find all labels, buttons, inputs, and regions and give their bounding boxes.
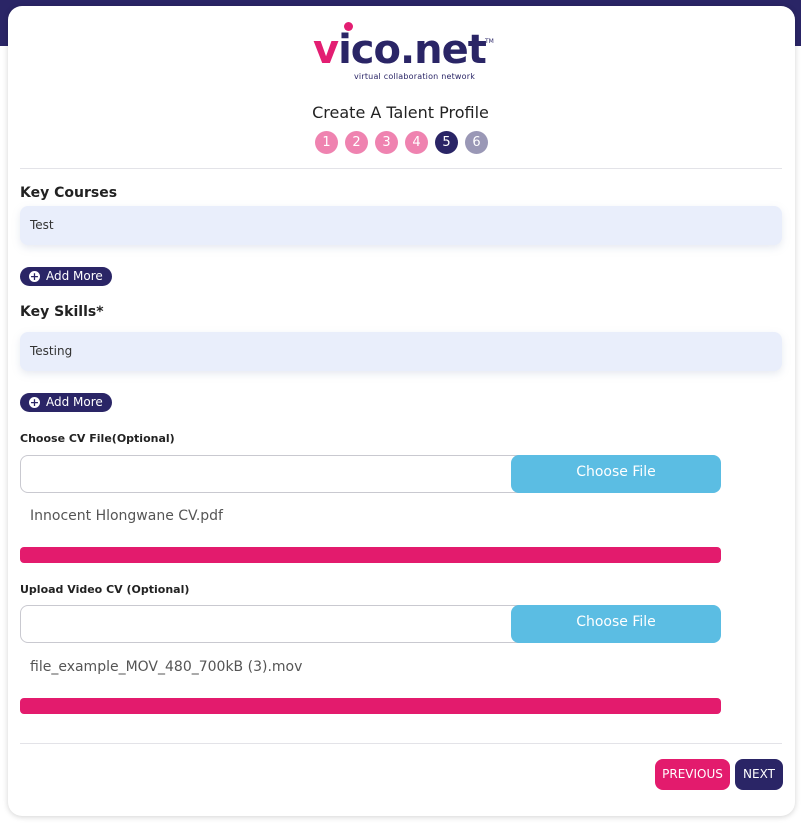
add-more-skills-button[interactable]: + Add More <box>20 393 112 412</box>
video-file-name: file_example_MOV_480_700kB (3).mov <box>30 659 303 675</box>
previous-button[interactable]: PREVIOUS <box>655 759 730 790</box>
step-6[interactable]: 6 <box>465 131 488 154</box>
add-more-label: Add More <box>46 269 103 283</box>
form-card <box>8 6 795 816</box>
step-1[interactable]: 1 <box>315 131 338 154</box>
logo-tagline: virtual collaboration network <box>354 72 476 81</box>
add-more-label: Add More <box>46 395 103 409</box>
add-more-courses-button[interactable]: + Add More <box>20 267 112 286</box>
step-2[interactable]: 2 <box>345 131 368 154</box>
key-courses-label: Key Courses <box>20 185 118 201</box>
vico-logo: vico.net TM virtual collaboration networ… <box>313 22 494 82</box>
step-4[interactable]: 4 <box>405 131 428 154</box>
video-choose-file-button[interactable]: Choose File <box>511 605 721 643</box>
cv-file-label: Choose CV File(Optional) <box>20 432 175 445</box>
step-3[interactable]: 3 <box>375 131 398 154</box>
page-title: Create A Talent Profile <box>312 103 489 122</box>
next-button[interactable]: NEXT <box>735 759 783 790</box>
cv-upload-progress <box>20 547 721 563</box>
step-5-current[interactable]: 5 <box>435 131 458 154</box>
cv-choose-file-button[interactable]: Choose File <box>511 455 721 493</box>
footer-divider <box>20 743 782 744</box>
key-skills-input[interactable]: Testing <box>20 332 782 371</box>
header-divider <box>20 168 782 169</box>
cv-file-name: Innocent Hlongwane CV.pdf <box>30 508 223 524</box>
key-skills-label: Key Skills* <box>20 304 104 320</box>
key-courses-input[interactable]: Test <box>20 206 782 245</box>
logo-trademark: TM <box>485 38 494 45</box>
plus-circle-icon: + <box>29 270 40 283</box>
video-upload-progress <box>20 698 721 714</box>
video-cv-label: Upload Video CV (Optional) <box>20 583 190 596</box>
plus-circle-icon: + <box>29 396 40 409</box>
logo-wordmark: vico.net <box>313 27 487 73</box>
